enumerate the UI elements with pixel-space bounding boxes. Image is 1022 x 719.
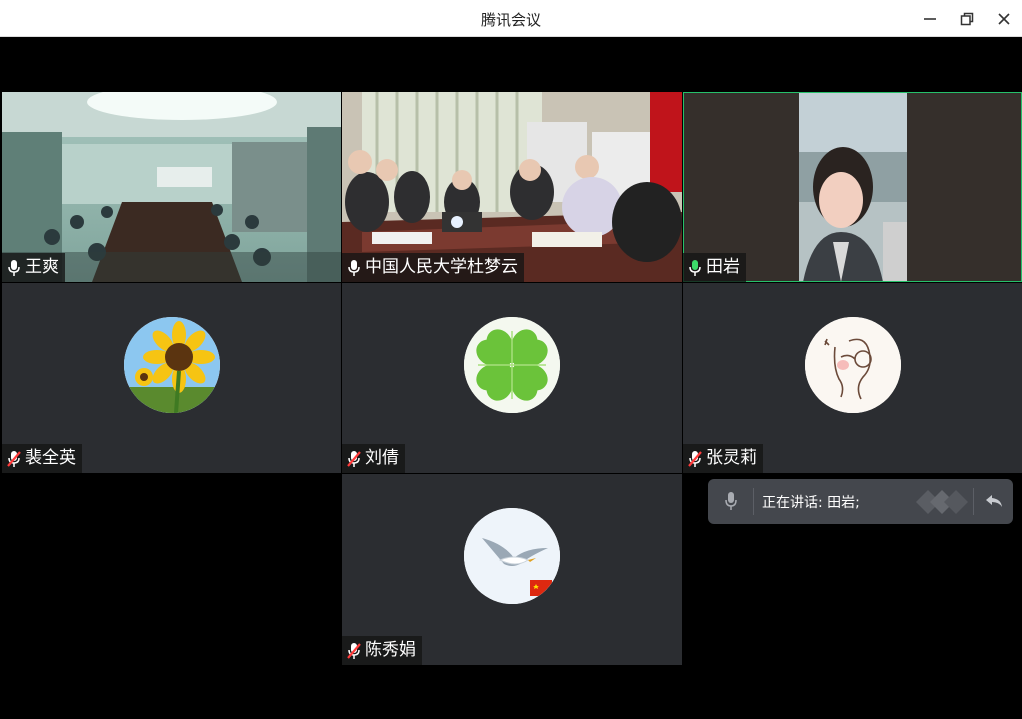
participant-tile-video-active[interactable]: 田岩 bbox=[683, 92, 1022, 282]
close-button[interactable] bbox=[993, 8, 1015, 30]
title-bar: 腾讯会议 bbox=[0, 0, 1022, 37]
participant-tile-video[interactable]: 王爽 bbox=[2, 92, 341, 282]
sketch-avatar bbox=[805, 317, 901, 413]
meeting-stage: 王爽 中国人民大学杜梦云 田岩 裴全英 刘倩 张灵莉 陈秀娟 bbox=[0, 37, 1022, 719]
microphone-icon bbox=[345, 258, 363, 278]
close-icon bbox=[998, 13, 1010, 25]
microphone-muted-icon bbox=[345, 449, 363, 469]
participant-name: 中国人民大学杜梦云 bbox=[365, 257, 518, 277]
microphone-icon[interactable] bbox=[716, 486, 746, 516]
clover-avatar bbox=[464, 317, 560, 413]
participant-nametag: 陈秀娟 bbox=[342, 636, 422, 665]
participant-name: 裴全英 bbox=[25, 448, 76, 468]
participant-nametag: 王爽 bbox=[2, 253, 65, 282]
collapse-arrow-icon[interactable] bbox=[980, 487, 1008, 515]
participant-name: 王爽 bbox=[25, 257, 59, 277]
participant-nametag: 裴全英 bbox=[2, 444, 82, 473]
participant-tile[interactable]: 裴全英 bbox=[2, 283, 341, 473]
participant-name: 刘倩 bbox=[365, 448, 399, 468]
speaking-indicator-panel: 正在讲话: 田岩; bbox=[708, 479, 1013, 524]
audio-level-icon bbox=[904, 487, 970, 517]
minimize-icon bbox=[924, 18, 936, 20]
speaking-label: 正在讲话: 田岩; bbox=[762, 495, 860, 511]
participant-tile[interactable]: 陈秀娟 bbox=[342, 474, 682, 665]
restore-icon bbox=[960, 12, 974, 26]
participant-nametag: 刘倩 bbox=[342, 444, 405, 473]
divider bbox=[973, 488, 974, 515]
divider bbox=[753, 488, 754, 515]
microphone-muted-icon bbox=[5, 449, 23, 469]
participant-nametag: 中国人民大学杜梦云 bbox=[342, 253, 524, 282]
microphone-icon bbox=[5, 258, 23, 278]
sunflower-avatar bbox=[124, 317, 220, 413]
participant-name: 张灵莉 bbox=[706, 448, 757, 468]
microphone-muted-icon bbox=[345, 641, 363, 661]
participant-tile[interactable]: 张灵莉 bbox=[683, 283, 1022, 473]
seagull-avatar bbox=[464, 508, 560, 604]
participant-tile[interactable]: 刘倩 bbox=[342, 283, 682, 473]
participant-tile-video[interactable]: 中国人民大学杜梦云 bbox=[342, 92, 682, 282]
microphone-active-icon bbox=[686, 258, 704, 278]
participant-name: 田岩 bbox=[706, 257, 740, 277]
participant-nametag: 田岩 bbox=[683, 253, 746, 282]
microphone-muted-icon bbox=[686, 449, 704, 469]
participant-nametag: 张灵莉 bbox=[683, 444, 763, 473]
participant-name: 陈秀娟 bbox=[365, 640, 416, 660]
window-title: 腾讯会议 bbox=[480, 11, 541, 29]
minimize-button[interactable] bbox=[919, 8, 941, 30]
restore-button[interactable] bbox=[956, 8, 978, 30]
